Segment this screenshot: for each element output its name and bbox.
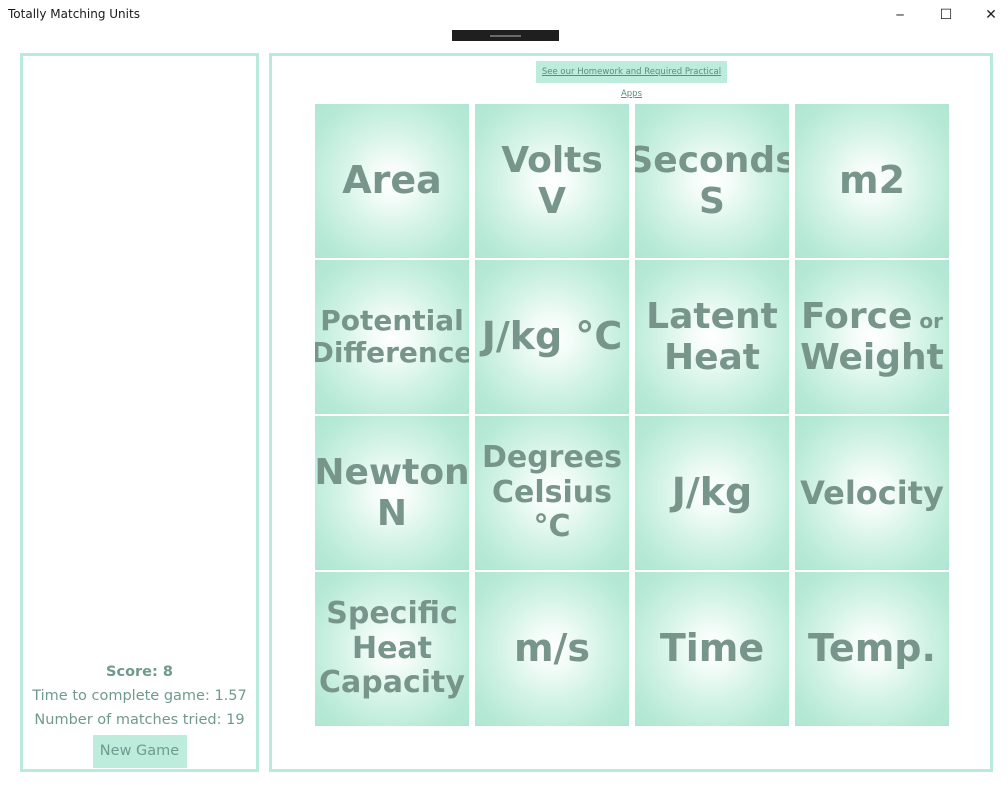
tile-label: Time	[659, 626, 765, 671]
tile-label: Latent	[646, 295, 778, 337]
title-bar: Totally Matching Units ─ ☐ ✕	[0, 0, 1008, 30]
close-button[interactable]: ✕	[968, 0, 1008, 30]
maximize-icon: ☐	[939, 7, 953, 23]
unit-tile[interactable]: Temp.	[795, 572, 949, 726]
tile-label: Velocity	[800, 473, 944, 512]
tile-label: N	[376, 493, 408, 534]
tile-label: Force or	[801, 295, 943, 337]
tile-label: Temp.	[808, 626, 936, 671]
unit-tile[interactable]: Time	[635, 572, 789, 726]
unit-tile[interactable]: Velocity	[795, 416, 949, 570]
tile-label: Heat	[351, 630, 433, 666]
tile-label: Specific	[326, 596, 458, 632]
unit-tile[interactable]: Volts V	[475, 104, 629, 258]
unit-tile[interactable]: Latent Heat	[635, 260, 789, 414]
new-game-button[interactable]: New Game	[92, 735, 187, 768]
unit-tile[interactable]: Degrees Celsius °C	[475, 416, 629, 570]
tile-label: Potential	[320, 303, 464, 337]
tile-label: m2	[838, 158, 906, 203]
time-to-complete-label: Time to complete game: 1.57	[32, 688, 247, 704]
app-title: Totally Matching Units	[8, 7, 140, 21]
tile-label: Weight	[800, 337, 944, 378]
unit-tile[interactable]: J/kg	[635, 416, 789, 570]
tile-label: S	[699, 181, 725, 222]
unit-tile[interactable]: Force or Weight	[795, 260, 949, 414]
game-board-panel: See our Homework and Required Practical …	[269, 53, 993, 772]
unit-tile[interactable]: Specific Heat Capacity	[315, 572, 469, 726]
tile-label: Celsius	[492, 474, 612, 510]
score-panel: Score: 8 Time to complete game: 1.57 Num…	[20, 53, 259, 772]
homework-apps-link[interactable]: See our Homework and Required Practical …	[536, 61, 727, 99]
unit-tile[interactable]: J/kg °C	[475, 260, 629, 414]
unit-tile[interactable]: m/s	[475, 572, 629, 726]
tile-label: Volts	[501, 139, 603, 181]
tile-label: °C	[533, 509, 571, 545]
tile-label: m/s	[513, 626, 591, 671]
minimize-button[interactable]: ─	[877, 0, 923, 30]
tile-label: V	[538, 181, 566, 222]
tile-label: Capacity	[319, 665, 465, 701]
grip-icon	[490, 35, 521, 37]
unit-tile[interactable]: Potential Difference	[315, 260, 469, 414]
close-icon: ✕	[985, 7, 997, 23]
score-label: Score: 8	[106, 664, 173, 680]
tile-label: J/kg °C	[481, 314, 623, 359]
tile-grid: Area Volts V Seconds Sm2 Potential Difference J…	[315, 104, 949, 728]
unit-tile[interactable]: m2	[795, 104, 949, 258]
drag-handle[interactable]	[452, 30, 559, 41]
tile-label: J/kg	[671, 470, 753, 515]
maximize-button[interactable]: ☐	[923, 0, 969, 30]
minimize-icon: ─	[896, 8, 904, 22]
tile-label: Seconds	[635, 139, 789, 181]
tile-label: Heat	[663, 337, 761, 378]
tile-label: Degrees	[481, 440, 623, 476]
unit-tile[interactable]: Seconds S	[635, 104, 789, 258]
tile-label: Newton	[315, 451, 469, 493]
tile-label: Difference	[315, 336, 469, 369]
unit-tile[interactable]: Newton N	[315, 416, 469, 570]
unit-tile[interactable]: Area	[315, 104, 469, 258]
matches-tried-label: Number of matches tried: 19	[34, 712, 245, 728]
tile-connector: or	[912, 308, 943, 333]
score-area: Score: 8 Time to complete game: 1.57 Num…	[23, 660, 256, 768]
tile-label: Area	[342, 158, 442, 203]
